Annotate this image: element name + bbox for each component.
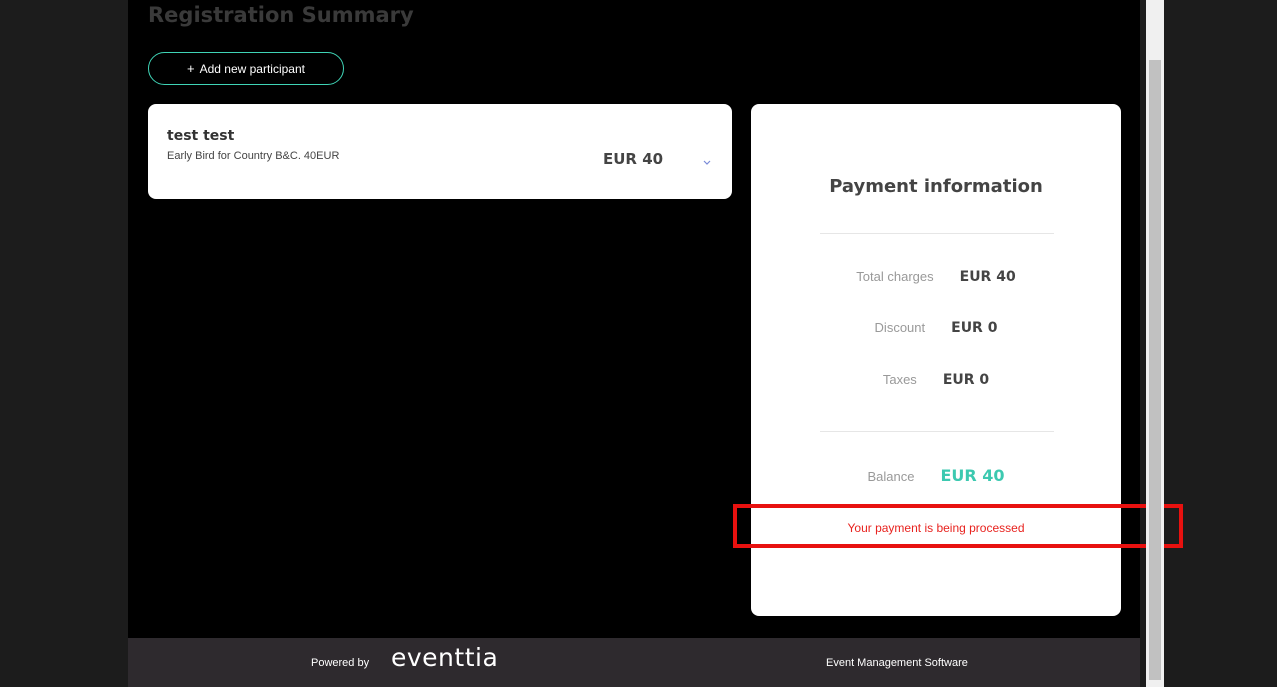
- powered-by-label: Powered by: [311, 657, 370, 669]
- chevron-down-icon[interactable]: [701, 156, 713, 168]
- discount-label: Discount: [874, 320, 926, 335]
- plus-icon: +: [187, 61, 195, 76]
- highlight-box: [733, 504, 1183, 548]
- eventtia-logo[interactable]: eventtia: [391, 643, 498, 672]
- total-charges-row: Total charges EUR 40: [751, 268, 1121, 286]
- scrollbar[interactable]: [1146, 0, 1164, 687]
- footer-tagline[interactable]: Event Management Software: [826, 657, 968, 669]
- balance-value: EUR 40: [940, 466, 1005, 485]
- total-charges-value: EUR 40: [959, 269, 1016, 285]
- scrollbar-thumb[interactable]: [1149, 60, 1161, 680]
- payment-title: Payment information: [829, 176, 1043, 197]
- total-charges-label: Total charges: [856, 269, 934, 284]
- participant-name: test test: [167, 128, 235, 144]
- taxes-label: Taxes: [882, 372, 917, 387]
- discount-row: Discount EUR 0: [751, 319, 1121, 337]
- taxes-row: Taxes EUR 0: [751, 371, 1121, 389]
- balance-row: Balance EUR 40: [751, 466, 1121, 486]
- participant-ticket: Early Bird for Country B&C. 40EUR: [167, 150, 340, 162]
- add-participant-label: Add new participant: [199, 61, 305, 76]
- divider: [820, 233, 1054, 234]
- footer: [128, 638, 1140, 687]
- add-participant-button[interactable]: + Add new participant: [148, 52, 344, 85]
- participant-card[interactable]: test test Early Bird for Country B&C. 40…: [148, 104, 732, 199]
- discount-value: EUR 0: [951, 320, 998, 336]
- taxes-value: EUR 0: [942, 372, 990, 388]
- page-title: Registration Summary: [148, 3, 414, 27]
- participant-price: EUR 40: [603, 150, 664, 168]
- balance-label: Balance: [867, 469, 915, 484]
- page: Registration Summary + Add new participa…: [0, 0, 1277, 687]
- divider: [820, 431, 1054, 432]
